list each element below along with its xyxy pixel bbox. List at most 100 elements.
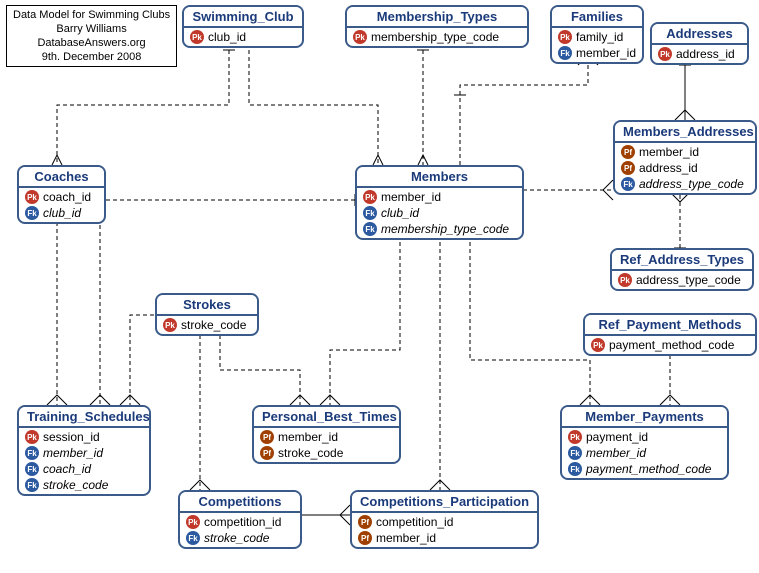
field-row: Fk member_id <box>556 45 638 61</box>
field-row: Pk club_id <box>188 29 298 45</box>
field-name: address_type_code <box>639 177 744 191</box>
field-row: Fk address_type_code <box>619 176 751 192</box>
field-name: stroke_code <box>278 446 343 460</box>
pk-key-icon: Pk <box>618 273 632 287</box>
field-name: session_id <box>43 430 100 444</box>
field-row: Pk payment_method_code <box>589 337 751 353</box>
pk-key-icon: Pk <box>591 338 605 352</box>
field-name: member_id <box>639 145 699 159</box>
fk-key-icon: Fk <box>568 446 582 460</box>
field-name: payment_method_code <box>586 462 711 476</box>
pk-key-icon: Pk <box>658 47 672 61</box>
entity-ref-payment-methods: Ref_Payment_Methods Pk payment_method_cod… <box>583 313 757 356</box>
field-name: competition_id <box>204 515 281 529</box>
fk-key-icon: Fk <box>568 462 582 476</box>
fk-key-icon: Fk <box>558 46 572 60</box>
entity-coaches: Coaches Pkcoach_idFk club_id <box>17 165 106 224</box>
field-row: Pf address_id <box>619 160 751 176</box>
fk-key-icon: Fk <box>621 177 635 191</box>
entity-title: Membership_Types <box>347 7 527 28</box>
field-name: member_id <box>43 446 103 460</box>
field-row: Pkcoach_id <box>23 189 100 205</box>
pf-key-icon: Pf <box>621 161 635 175</box>
field-name: member_id <box>576 46 636 60</box>
field-name: member_id <box>278 430 338 444</box>
field-name: club_id <box>43 206 81 220</box>
pk-key-icon: Pk <box>353 30 367 44</box>
field-row: Fk club_id <box>23 205 100 221</box>
field-row: Fk club_id <box>361 205 518 221</box>
field-name: family_id <box>576 30 623 44</box>
entity-strokes: Strokes Pkstroke_code <box>155 293 259 336</box>
fk-key-icon: Fk <box>25 206 39 220</box>
entity-swimming-club: Swimming_Club Pkclub_id <box>182 5 304 48</box>
field-row: Pkfamily_id <box>556 29 638 45</box>
field-row: Pk member_id <box>361 189 518 205</box>
meta-line-4: 9th. December 2008 <box>13 50 170 64</box>
meta-line-1: Data Model for Swimming Clubs <box>13 8 170 22</box>
field-name: address_type_code <box>636 273 741 287</box>
pk-key-icon: Pk <box>190 30 204 44</box>
meta-line-3: DatabaseAnswers.org <box>13 36 170 50</box>
entity-title: Members <box>357 167 522 188</box>
entity-membership-types: Membership_Types Pk membership_type_code <box>345 5 529 48</box>
field-row: Pk session_id <box>23 429 145 445</box>
pf-key-icon: Pf <box>260 446 274 460</box>
field-row: Pkpayment_id <box>566 429 723 445</box>
meta-line-2: Barry Williams <box>13 22 170 36</box>
entity-title: Families <box>552 7 642 28</box>
fk-key-icon: Fk <box>186 531 200 545</box>
field-row: Pkcompetition_id <box>184 514 296 530</box>
field-row: Fk payment_method_code <box>566 461 723 477</box>
pf-key-icon: Pf <box>260 430 274 444</box>
pk-key-icon: Pk <box>363 190 377 204</box>
entity-title: Ref_Payment_Methods <box>585 315 755 336</box>
field-name: competition_id <box>376 515 453 529</box>
field-name: payment_method_code <box>609 338 734 352</box>
field-name: address_id <box>676 47 735 61</box>
entity-addresses: Addresses Pk address_id <box>650 22 749 65</box>
field-row: Fkmembership_type_code <box>361 221 518 237</box>
field-row: Pk address_id <box>656 46 743 62</box>
fk-key-icon: Fk <box>363 206 377 220</box>
field-row: Fk member_id <box>566 445 723 461</box>
field-row: Fk member_id <box>23 445 145 461</box>
fk-key-icon: Fk <box>363 222 377 236</box>
field-row: Pkstroke_code <box>161 317 253 333</box>
fk-key-icon: Fk <box>25 462 39 476</box>
entity-title: Addresses <box>652 24 747 45</box>
field-name: membership_type_code <box>371 30 499 44</box>
entity-ref-address-types: Ref_Address_Types Pkaddress_type_code <box>610 248 754 291</box>
field-name: member_id <box>381 190 441 204</box>
fk-key-icon: Fk <box>25 446 39 460</box>
field-name: member_id <box>586 446 646 460</box>
entity-title: Coaches <box>19 167 104 188</box>
entity-competitions: Competitions Pkcompetition_idFkstroke_co… <box>178 490 302 549</box>
field-row: Pf stroke_code <box>258 445 395 461</box>
entity-title: Strokes <box>157 295 257 316</box>
pk-key-icon: Pk <box>25 190 39 204</box>
entity-training-schedules: Training_Schedules Pk session_id Fk member_… <box>17 405 151 496</box>
field-row: Pfcompetition_id <box>356 514 533 530</box>
pk-key-icon: Pk <box>25 430 39 444</box>
fk-key-icon: Fk <box>25 478 39 492</box>
field-name: club_id <box>208 30 246 44</box>
field-name: coach_id <box>43 462 91 476</box>
entity-title: Training_Schedules <box>19 407 149 428</box>
field-name: payment_id <box>586 430 648 444</box>
field-row: Fk coach_id <box>23 461 145 477</box>
field-name: address_id <box>639 161 698 175</box>
field-row: Pk address_type_code <box>616 272 748 288</box>
entity-members: Members Pk member_id Fk club_idFkmembership… <box>355 165 524 240</box>
entity-title: Members_Addresses <box>615 122 755 143</box>
field-name: stroke_code <box>43 478 108 492</box>
field-name: club_id <box>381 206 419 220</box>
pf-key-icon: Pf <box>621 145 635 159</box>
entity-title: Competitions_Participation <box>352 492 537 513</box>
pf-key-icon: Pf <box>358 531 372 545</box>
entity-families: Families Pkfamily_idFk member_id <box>550 5 644 64</box>
field-row: Pk membership_type_code <box>351 29 523 45</box>
entity-title: Member_Payments <box>562 407 727 428</box>
entity-title: Personal_Best_Times <box>254 407 399 428</box>
field-name: stroke_code <box>204 531 269 545</box>
